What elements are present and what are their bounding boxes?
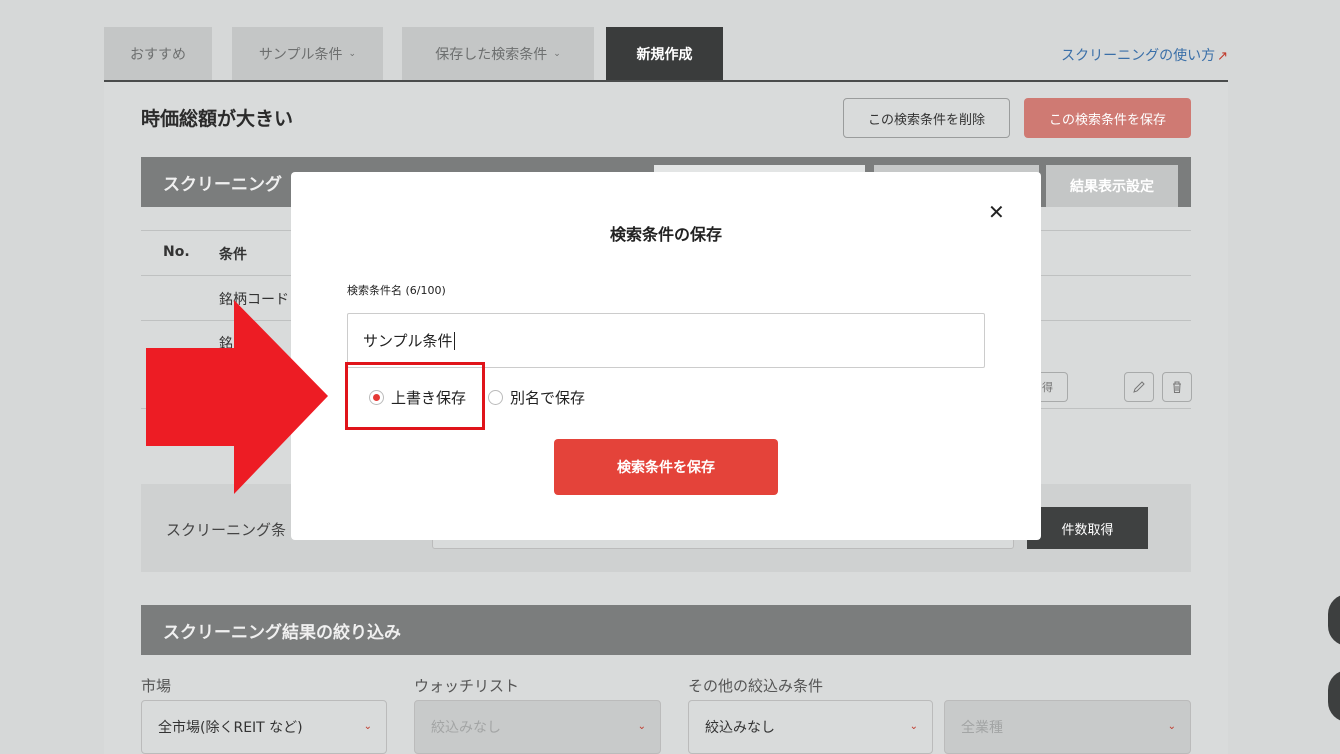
other-filter-select-value: 絞込みなし bbox=[705, 720, 775, 736]
edit-icon[interactable] bbox=[1124, 372, 1154, 402]
help-link-label: スクリーニングの使い方 bbox=[1061, 48, 1216, 64]
watchlist-select[interactable]: 絞込みなし ⌄ bbox=[414, 700, 661, 754]
highlight-box bbox=[345, 362, 485, 430]
column-header-no: No. bbox=[163, 244, 190, 260]
floating-button[interactable] bbox=[1328, 594, 1340, 646]
condition-name-value: サンプル条件 bbox=[363, 332, 453, 350]
criteria-section-title: スクリーニング bbox=[163, 174, 282, 195]
save-condition-modal: 検索条件の保存 ✕ 検索条件名 (6/100) サンプル条件 上書き保存 別名で… bbox=[291, 172, 1041, 540]
tab-label: 保存した検索条件 bbox=[435, 47, 548, 63]
red-arrow-annotation bbox=[146, 300, 328, 494]
text-caret bbox=[453, 331, 455, 350]
chevron-down-icon: ⌄ bbox=[637, 721, 646, 732]
tab-label: 新規作成 bbox=[636, 47, 693, 63]
tab-label: サンプル条件 bbox=[258, 47, 343, 63]
watchlist-label: ウォッチリスト bbox=[414, 677, 520, 695]
chevron-down-icon: ⌄ bbox=[909, 721, 918, 732]
filter-section-header: スクリーニング結果の絞り込み bbox=[141, 605, 1191, 655]
chevron-down-icon: ⌄ bbox=[553, 49, 561, 59]
external-link-icon: ↗ bbox=[1217, 49, 1228, 64]
column-header-condition: 条件 bbox=[219, 247, 247, 263]
radio-save-as[interactable]: 別名で保存 bbox=[488, 387, 585, 408]
radio-save-as-label: 別名で保存 bbox=[510, 389, 586, 407]
industry-select[interactable]: 全業種 ⌄ bbox=[944, 700, 1191, 754]
page-title: 時価総額が大きい bbox=[141, 108, 294, 130]
industry-select-value: 全業種 bbox=[961, 720, 1003, 736]
delete-condition-button[interactable]: この検索条件を削除 bbox=[843, 98, 1010, 138]
trash-icon[interactable] bbox=[1162, 372, 1192, 402]
watchlist-select-value: 絞込みなし bbox=[431, 720, 501, 736]
chevron-down-icon: ⌄ bbox=[1167, 721, 1176, 732]
market-select-value: 全市場(除くREIT など) bbox=[158, 720, 303, 736]
market-select[interactable]: 全市場(除くREIT など) ⌄ bbox=[141, 700, 387, 754]
tab-new[interactable]: 新規作成 bbox=[606, 27, 723, 81]
row-fetch-button[interactable]: 得 bbox=[1040, 372, 1068, 402]
floating-button[interactable] bbox=[1328, 670, 1340, 722]
tab-sample-conditions[interactable]: サンプル条件 ⌄ bbox=[232, 27, 383, 81]
condition-name-label: 検索条件名 (6/100) bbox=[347, 284, 446, 297]
chevron-down-icon: ⌄ bbox=[363, 721, 372, 732]
filter-section-title: スクリーニング結果の絞り込み bbox=[163, 622, 401, 643]
pencil-icon bbox=[1133, 381, 1145, 393]
tab-recommended[interactable]: おすすめ bbox=[104, 27, 212, 81]
modal-save-button[interactable]: 検索条件を保存 bbox=[554, 439, 778, 495]
other-filter-select[interactable]: 絞込みなし ⌄ bbox=[688, 700, 933, 754]
close-icon[interactable]: ✕ bbox=[988, 200, 1005, 224]
radio-button[interactable] bbox=[488, 390, 503, 405]
modal-title: 検索条件の保存 bbox=[609, 225, 722, 244]
chevron-down-icon: ⌄ bbox=[348, 49, 357, 59]
tab-saved-conditions[interactable]: 保存した検索条件 ⌄ bbox=[402, 27, 594, 81]
save-condition-button[interactable]: この検索条件を保存 bbox=[1024, 98, 1191, 138]
condition-name-input[interactable]: サンプル条件 bbox=[347, 313, 985, 368]
market-label: 市場 bbox=[141, 677, 172, 695]
tab-label: おすすめ bbox=[130, 47, 186, 63]
get-count-button[interactable]: 件数取得 bbox=[1027, 507, 1148, 549]
help-link[interactable]: スクリーニングの使い方 ↗ bbox=[1061, 45, 1228, 65]
other-filter-label: その他の絞込み条件 bbox=[688, 677, 824, 695]
tab-result-display-settings[interactable]: 結果表示設定 bbox=[1046, 165, 1178, 207]
count-area-label: スクリーニング条 bbox=[166, 521, 287, 539]
trash-can-icon bbox=[1173, 381, 1181, 393]
